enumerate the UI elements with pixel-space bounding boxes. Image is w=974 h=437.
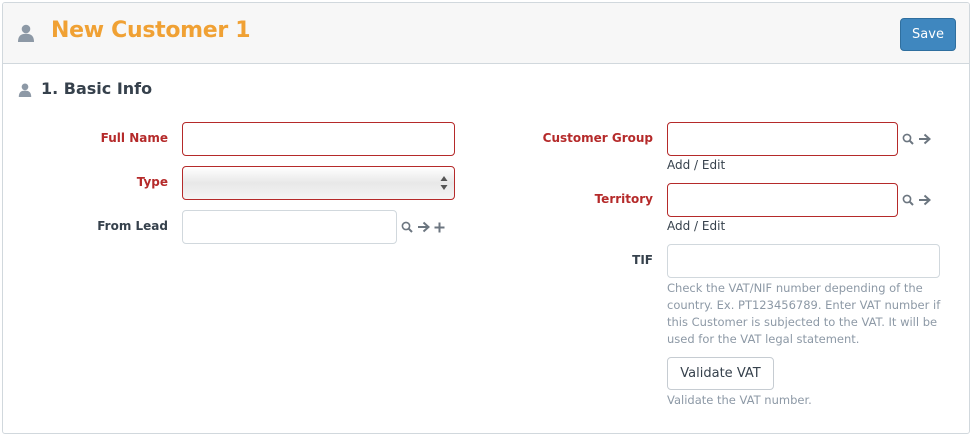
search-icon[interactable] [401,221,413,233]
search-icon[interactable] [902,194,914,206]
arrow-right-icon[interactable] [918,194,931,206]
search-icon[interactable] [902,133,914,145]
section-user-icon [18,83,32,97]
territory-label: Territory [594,192,653,206]
page-header: New Customer 1 Save [3,3,969,64]
section-title: 1. Basic Info [41,79,153,98]
plus-icon[interactable] [434,222,445,233]
from-lead-input[interactable] [182,210,397,244]
customer-group-add-edit-link[interactable]: Add / Edit [667,158,725,172]
territory-add-edit-link[interactable]: Add / Edit [667,219,725,233]
page-title: New Customer 1 [51,18,251,43]
from-lead-label: From Lead [97,219,168,233]
tif-input[interactable] [667,244,940,278]
select-arrows-icon [440,176,448,190]
save-button[interactable]: Save [900,18,956,51]
territory-actions [902,194,931,206]
validate-vat-button[interactable]: Validate VAT [667,357,774,390]
full-name-label: Full Name [100,131,168,145]
from-lead-actions [401,221,445,233]
arrow-right-icon[interactable] [918,133,931,145]
form-page: New Customer 1 Save 1. Basic Info Full N… [2,2,970,434]
type-select[interactable] [182,166,455,200]
arrow-right-icon[interactable] [417,221,430,233]
user-icon [18,24,34,42]
full-name-input[interactable] [182,122,455,156]
tif-label: TIF [632,253,653,267]
tif-help-text: Check the VAT/NIF number depending of th… [667,281,941,346]
type-label: Type [136,175,168,189]
customer-group-actions [902,133,931,145]
validate-vat-help-text: Validate the VAT number. [667,393,812,407]
territory-input[interactable] [667,183,898,217]
customer-group-label: Customer Group [542,131,653,145]
customer-group-input[interactable] [667,122,898,156]
